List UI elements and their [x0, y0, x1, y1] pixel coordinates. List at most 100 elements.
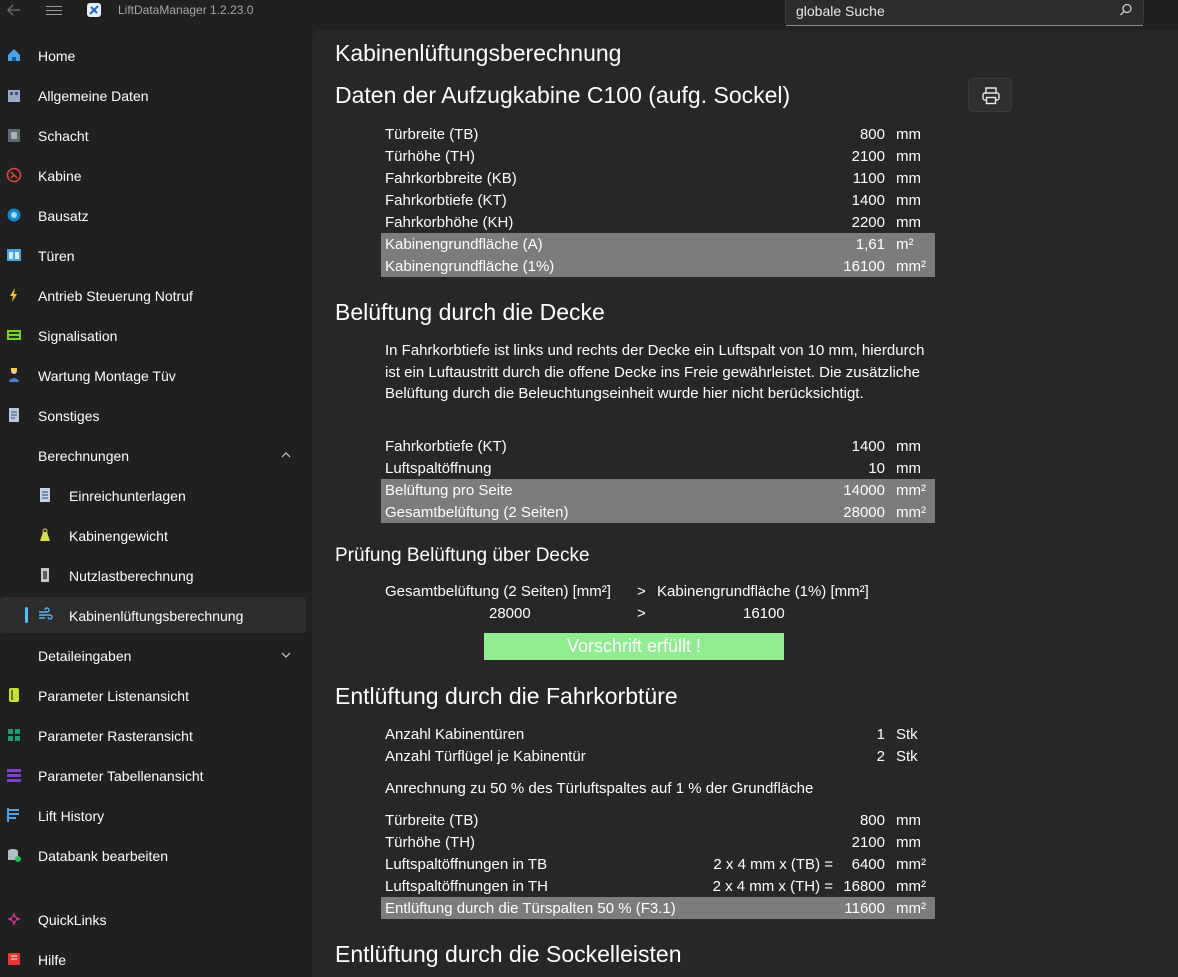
sidebar-item-parameter-tabellenansicht[interactable]: Parameter Tabellenansicht [0, 757, 306, 793]
check-operator-values: > [637, 605, 646, 622]
home-icon [6, 47, 22, 63]
sidebar-item-parameter-listenansicht[interactable]: Parameter Listenansicht [0, 677, 306, 713]
sidebar-item-label: Home [38, 48, 76, 64]
hamburger-menu-icon[interactable] [44, 3, 64, 19]
row-unit: mm [896, 214, 921, 231]
sidebar-item-label: Kabine [38, 168, 82, 184]
row-unit: mm [896, 438, 921, 455]
table-row: Fahrkorbbreite (KB) 1100 mm [381, 167, 935, 189]
row-value: 800 [859, 126, 885, 143]
back-arrow-icon[interactable] [6, 2, 24, 20]
sidebar-item-label: Allgemeine Daten [38, 88, 149, 104]
kit-icon [6, 207, 22, 223]
print-button[interactable] [968, 78, 1012, 112]
sidebar-item-signalisation[interactable]: Signalisation [0, 317, 306, 353]
row-label: Fahrkorbhöhe (KH) [385, 214, 514, 231]
table-row: Belüftung pro Seite 14000 mm² [381, 479, 935, 501]
check-result-badge: Vorschrift erfüllt ! [484, 633, 784, 660]
sidebar-item-schacht[interactable]: Schacht [0, 117, 306, 153]
row-value: 28000 [843, 504, 885, 521]
table-row: Anzahl Kabinentüren 1 Stk [381, 723, 935, 745]
app-title: LiftDataManager 1.2.23.0 [118, 3, 254, 17]
row-label: Fahrkorbtiefe (KT) [385, 438, 507, 455]
row-value: 2100 [851, 148, 885, 165]
sidebar-item-label: Wartung Montage Tüv [38, 368, 176, 384]
document-icon [6, 407, 22, 423]
payload-icon [37, 567, 53, 583]
sidebar-item-nutzlastberechnung[interactable]: Nutzlastberechnung [0, 557, 306, 593]
printer-icon [982, 87, 1000, 105]
row-label: Luftspaltöffnungen in TH [385, 878, 548, 895]
sidebar-item-kabinenlüftungsberechnung[interactable]: Kabinenlüftungsberechnung [0, 597, 306, 633]
row-label: Anzahl Kabinentüren [385, 726, 525, 743]
quicklinks-icon [6, 911, 22, 927]
row-unit: Stk [896, 748, 918, 765]
global-search[interactable] [785, 0, 1144, 26]
table-row: Kabinengrundfläche (1%) 16100 mm² [381, 255, 935, 277]
sidebar-item-label: Parameter Listenansicht [38, 688, 189, 704]
sidebar-item-label: Databank bearbeiten [38, 848, 168, 864]
sidebar-item-label: Antrieb Steuerung Notruf [38, 288, 193, 304]
table-row: Kabinengrundfläche (A) 1,61 m² [381, 233, 935, 255]
search-icon[interactable] [1119, 3, 1133, 17]
sidebar-item-türen[interactable]: Türen [0, 237, 306, 273]
table-row: Entlüftung durch die Türspalten 50 % (F3… [381, 897, 935, 919]
sidebar-item-antrieb-steuerung-notruf[interactable]: Antrieb Steuerung Notruf [0, 277, 306, 313]
sidebar-item-berechnungen[interactable]: Berechnungen [0, 437, 306, 473]
help-book-icon [6, 951, 22, 967]
chevron-up-icon[interactable] [280, 448, 292, 460]
door-gap-note: Anrechnung zu 50 % des Türluftspaltes au… [385, 780, 814, 797]
submission-icon [37, 487, 53, 503]
section-plinth-ventilation-title: Entlüftung durch die Sockelleisten [335, 941, 682, 967]
sidebar-item-label: Kabinenlüftungsberechnung [69, 608, 244, 624]
chevron-down-icon[interactable] [280, 648, 292, 660]
row-value: 2200 [851, 214, 885, 231]
search-input[interactable] [796, 2, 1096, 20]
sidebar-item-detaileingaben[interactable]: Detaileingaben [0, 637, 306, 673]
list-view-icon [6, 687, 22, 703]
row-value: 16800 [843, 878, 885, 895]
sidebar-item-kabine[interactable]: Kabine [0, 157, 306, 193]
table-row: Türhöhe (TH) 2100 mm [381, 145, 935, 167]
row-value: 1100 [852, 170, 885, 187]
sidebar-item-databank-bearbeiten[interactable]: Databank bearbeiten [0, 837, 306, 873]
row-label: Fahrkorbtiefe (KT) [385, 192, 507, 209]
sidebar-item-label: Sonstiges [38, 408, 100, 424]
row-label: Kabinengrundfläche (A) [385, 236, 543, 253]
sidebar-item-lift-history[interactable]: Lift History [0, 797, 306, 833]
row-label: Gesamtbelüftung (2 Seiten) [385, 504, 569, 521]
section-door-ventilation-title: Entlüftung durch die Fahrkorbtüre [335, 683, 678, 709]
sidebar-item-label: Hilfe [38, 952, 67, 968]
sidebar-item-parameter-rasteransicht[interactable]: Parameter Rasteransicht [0, 717, 306, 753]
row-label: Kabinengrundfläche (1%) [385, 258, 555, 275]
sidebar-item-kabinengewicht[interactable]: Kabinengewicht [0, 517, 306, 553]
sidebar-item-hilfe[interactable]: Hilfe [0, 941, 306, 977]
row-value: 1400 [851, 438, 885, 455]
row-unit: mm [896, 170, 921, 187]
row-unit: mm [896, 192, 921, 209]
row-formula: 2 x 4 mm x (TB) = [713, 856, 833, 873]
sidebar-item-label: Bausatz [38, 208, 89, 224]
row-label: Türbreite (TB) [385, 126, 479, 143]
sidebar-item-label: QuickLinks [38, 912, 107, 928]
sidebar-item-home[interactable]: Home [0, 37, 306, 73]
row-label: Luftspaltöffnung [385, 460, 492, 477]
sidebar-item-wartung-montage-tüv[interactable]: Wartung Montage Tüv [0, 357, 306, 393]
sidebar-item-allgemeine-daten[interactable]: Allgemeine Daten [0, 77, 306, 113]
sidebar-item-label: Detaileingaben [38, 648, 132, 664]
sidebar-item-einreichunterlagen[interactable]: Einreichunterlagen [0, 477, 306, 513]
sidebar-item-bausatz[interactable]: Bausatz [0, 197, 306, 233]
sidebar-item-quicklinks[interactable]: QuickLinks [0, 901, 306, 937]
row-label: Entlüftung durch die Türspalten 50 % (F3… [385, 900, 676, 917]
table-row: Gesamtbelüftung (2 Seiten) 28000 mm² [381, 501, 935, 523]
app-logo-icon [86, 2, 102, 18]
table-view-icon [6, 767, 22, 783]
section-cabin-data-title: Daten der Aufzugkabine C100 (aufg. Socke… [335, 82, 791, 108]
sidebar-item-label: Parameter Rasteransicht [38, 728, 193, 744]
row-value: 14000 [843, 482, 885, 499]
row-label: Belüftung pro Seite [385, 482, 513, 499]
table-row: Luftspaltöffnung 10 mm [381, 457, 935, 479]
sidebar-item-sonstiges[interactable]: Sonstiges [0, 397, 306, 433]
sidebar-item-label: Schacht [38, 128, 89, 144]
worker-icon [6, 367, 22, 383]
